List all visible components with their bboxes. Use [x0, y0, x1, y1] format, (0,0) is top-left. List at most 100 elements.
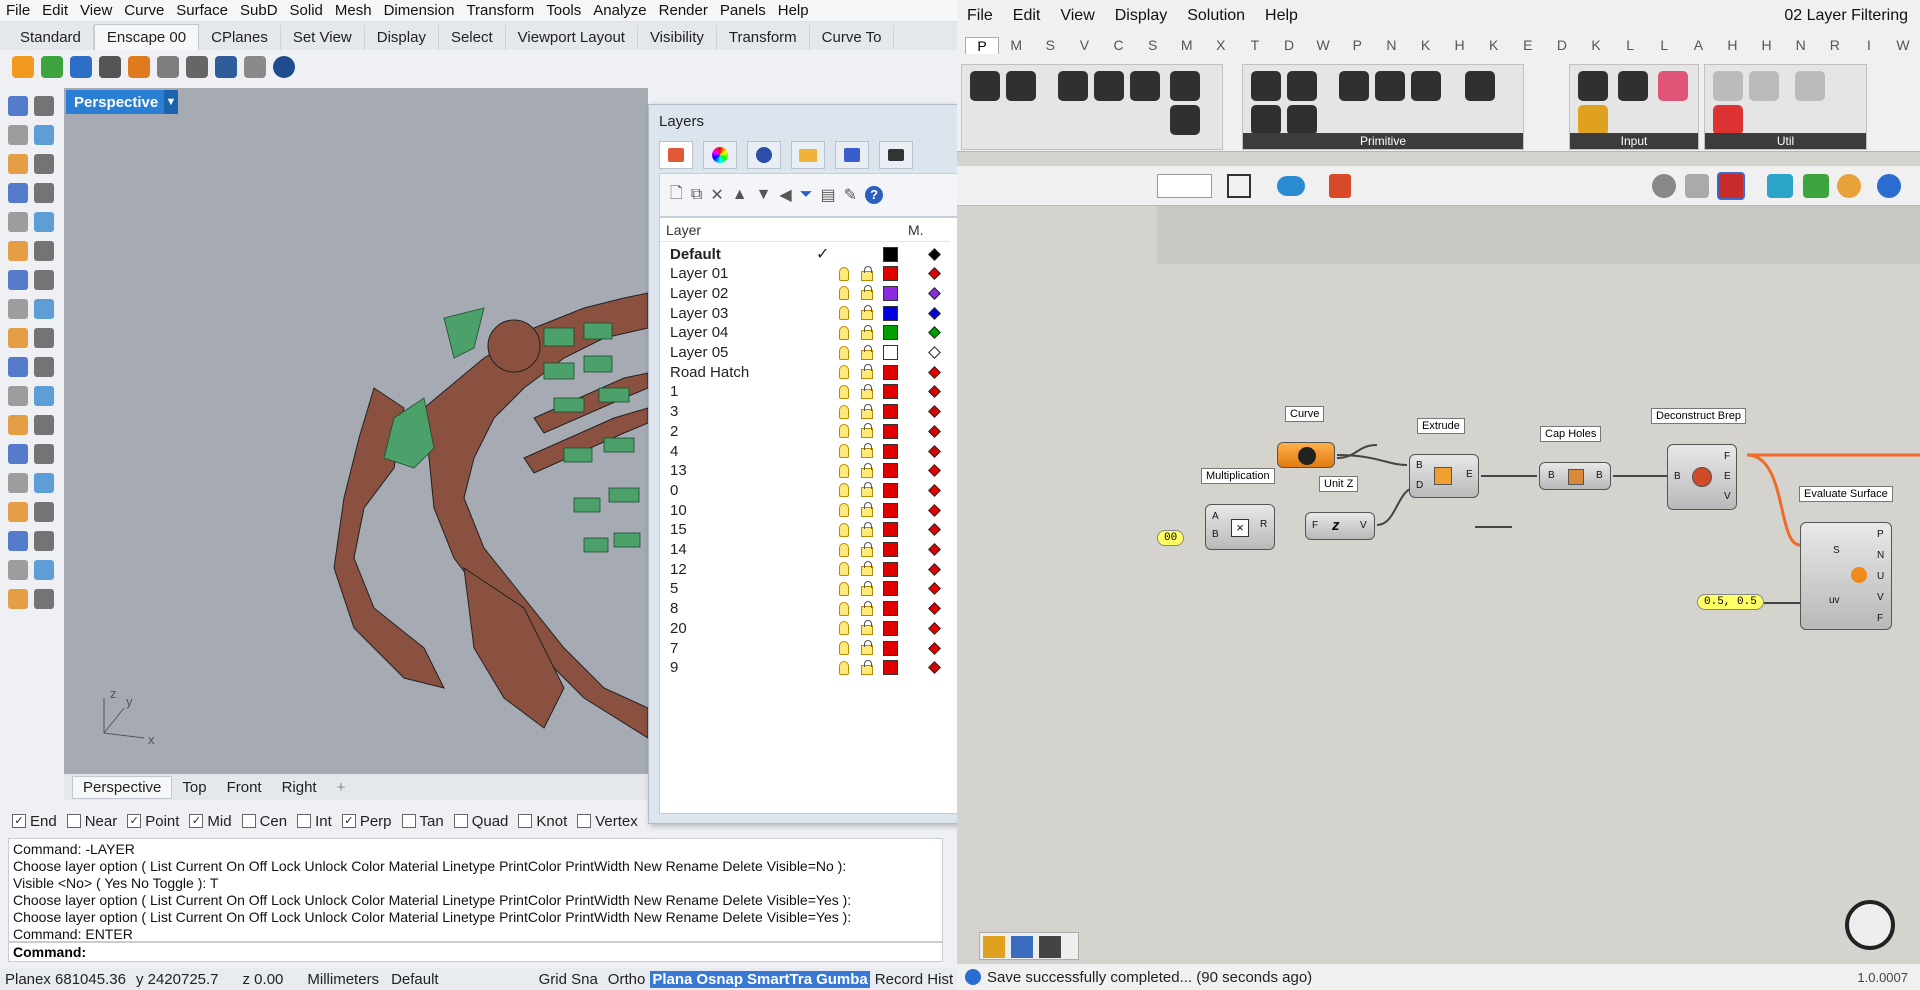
layer-name[interactable]: 2 [670, 423, 678, 440]
layer-name[interactable]: Default [670, 246, 721, 263]
delete-layer-icon[interactable]: ✕ [710, 185, 723, 205]
eval-input-s[interactable]: S [1833, 545, 1840, 556]
unitz-input-f[interactable]: F [1312, 520, 1318, 531]
layer-color-swatch[interactable] [883, 581, 898, 597]
osnap-checkbox[interactable]: ✓ [127, 814, 142, 828]
osnap-vertex[interactable]: Vertex [577, 813, 638, 830]
rhino-menu-surface[interactable]: Surface [170, 2, 234, 19]
rhino-tab-viewport-layout[interactable]: Viewport Layout [506, 25, 638, 50]
layer-print-color-icon[interactable] [928, 424, 941, 438]
tool-mesh-icon[interactable] [8, 299, 28, 319]
deconstruct-brep-component[interactable]: B F E V [1667, 444, 1737, 510]
layer-color-swatch[interactable] [883, 266, 898, 282]
tool-check-icon[interactable] [8, 560, 28, 580]
enscape-settings-icon[interactable] [244, 56, 266, 78]
layer-color-swatch[interactable] [883, 542, 898, 557]
layer-lock-icon[interactable] [861, 324, 873, 340]
layer-lock-icon[interactable] [861, 659, 873, 675]
rhino-tab-set-view[interactable]: Set View [281, 25, 365, 50]
eval-output-p[interactable]: P [1877, 529, 1884, 540]
layer-states-icon[interactable]: ▤ [821, 185, 836, 205]
layer-visible-bulb-icon[interactable] [839, 384, 849, 399]
rhino-menu-curve[interactable]: Curve [118, 2, 170, 19]
osnap-quad[interactable]: Quad [453, 813, 508, 830]
layer-print-color-icon[interactable] [928, 385, 941, 399]
tool-join-icon[interactable] [34, 444, 54, 464]
layer-color-swatch[interactable] [883, 443, 898, 459]
tool-hatch-icon[interactable] [34, 502, 54, 522]
layer-visible-bulb-icon[interactable] [839, 522, 849, 537]
rhino-tab-transform[interactable]: Transform [717, 25, 810, 50]
rhino-menu-dimension[interactable]: Dimension [378, 2, 461, 19]
tool-point-icon[interactable] [34, 96, 54, 116]
gh-graph-icon[interactable] [983, 936, 1005, 958]
current-layer-readout[interactable]: Default [386, 971, 444, 988]
layer-visible-bulb-icon[interactable] [839, 641, 849, 655]
layer-visible-bulb-icon[interactable] [839, 444, 849, 458]
tool-transform-icon[interactable] [8, 328, 28, 348]
files-tab-icon[interactable] [791, 141, 825, 169]
viewport-title-tab[interactable]: Perspective [66, 90, 178, 114]
layer-visible-bulb-icon[interactable] [839, 581, 849, 596]
tool-ellipse-icon[interactable] [8, 183, 28, 203]
osnap-tan[interactable]: Tan [401, 813, 444, 830]
extrude-component[interactable]: B D E [1409, 454, 1479, 498]
viewport-menu-chevron-icon[interactable]: ▼ [164, 90, 178, 114]
decon-input-b[interactable]: B [1674, 471, 1681, 482]
layer-print-color-icon[interactable] [928, 306, 941, 320]
rhino-tab-curve-to[interactable]: Curve To [810, 25, 895, 50]
layer-name[interactable]: 15 [670, 521, 687, 538]
layer-visible-bulb-icon[interactable] [839, 266, 849, 281]
tool-freeform-icon[interactable] [34, 212, 54, 232]
rhino-menu-render[interactable]: Render [653, 2, 714, 19]
layer-lock-icon[interactable] [861, 403, 873, 419]
layer-color-swatch[interactable] [883, 463, 898, 479]
enscape-capture-icon[interactable] [99, 56, 121, 78]
help-tab-icon[interactable] [835, 141, 869, 169]
rhino-menu-help[interactable]: Help [772, 2, 815, 19]
tool-box-icon[interactable] [34, 241, 54, 261]
extrude-output-e[interactable]: E [1466, 469, 1473, 480]
layer-color-swatch[interactable] [883, 620, 898, 636]
tool-curve-icon[interactable] [34, 125, 54, 145]
filter-icon[interactable]: ⏷ [800, 186, 813, 204]
osnap-knot[interactable]: Knot [518, 813, 567, 830]
osnap-checkbox[interactable] [577, 814, 592, 828]
eval-output-v[interactable]: V [1877, 592, 1884, 603]
perspective-viewport[interactable]: x y z [64, 88, 649, 774]
layer-name[interactable]: 12 [670, 561, 687, 578]
unit-z-component[interactable]: F z V [1305, 512, 1375, 540]
eval-output-u[interactable]: U [1877, 571, 1884, 582]
enscape-sync-icon[interactable] [41, 56, 63, 78]
osnap-checkbox[interactable] [401, 814, 416, 828]
layer-color-swatch[interactable] [883, 660, 898, 676]
rhino-menu-mesh[interactable]: Mesh [329, 2, 378, 19]
osnap-checkbox[interactable] [518, 814, 533, 828]
layer-print-color-icon[interactable] [928, 582, 941, 596]
layer-print-color-icon[interactable] [928, 543, 941, 556]
layer-color-swatch[interactable] [883, 601, 898, 617]
status-toggle-osnap[interactable]: Osnap [694, 970, 746, 988]
tool-block-icon[interactable] [8, 531, 28, 551]
tool-surface-icon[interactable] [8, 241, 28, 261]
layer-lock-icon[interactable] [861, 423, 873, 439]
layer-print-color-icon[interactable] [928, 346, 941, 359]
layer-print-color-icon[interactable] [928, 464, 941, 478]
move-up-icon[interactable]: ▲ [732, 186, 748, 204]
osnap-near[interactable]: Near [66, 813, 117, 830]
layer-name[interactable]: Layer 02 [670, 285, 728, 302]
layer-column-header[interactable]: Layer [666, 222, 701, 238]
tool-circle-icon[interactable] [8, 154, 28, 174]
osnap-point[interactable]: ✓ Point [127, 813, 179, 830]
tool-rotate-icon[interactable] [8, 357, 28, 377]
layer-color-swatch[interactable] [883, 364, 898, 380]
layer-print-color-icon[interactable] [928, 602, 941, 615]
tool-sphere-icon[interactable] [8, 270, 28, 290]
display-tab-icon[interactable] [703, 141, 737, 169]
osnap-checkbox[interactable] [297, 814, 312, 828]
rhino-menu-solid[interactable]: Solid [284, 2, 329, 19]
extrude-input-b[interactable]: B [1416, 460, 1423, 471]
viewport-tab-front[interactable]: Front [217, 777, 272, 798]
enscape-grid-icon[interactable] [157, 56, 179, 78]
layer-color-swatch[interactable] [883, 384, 898, 400]
